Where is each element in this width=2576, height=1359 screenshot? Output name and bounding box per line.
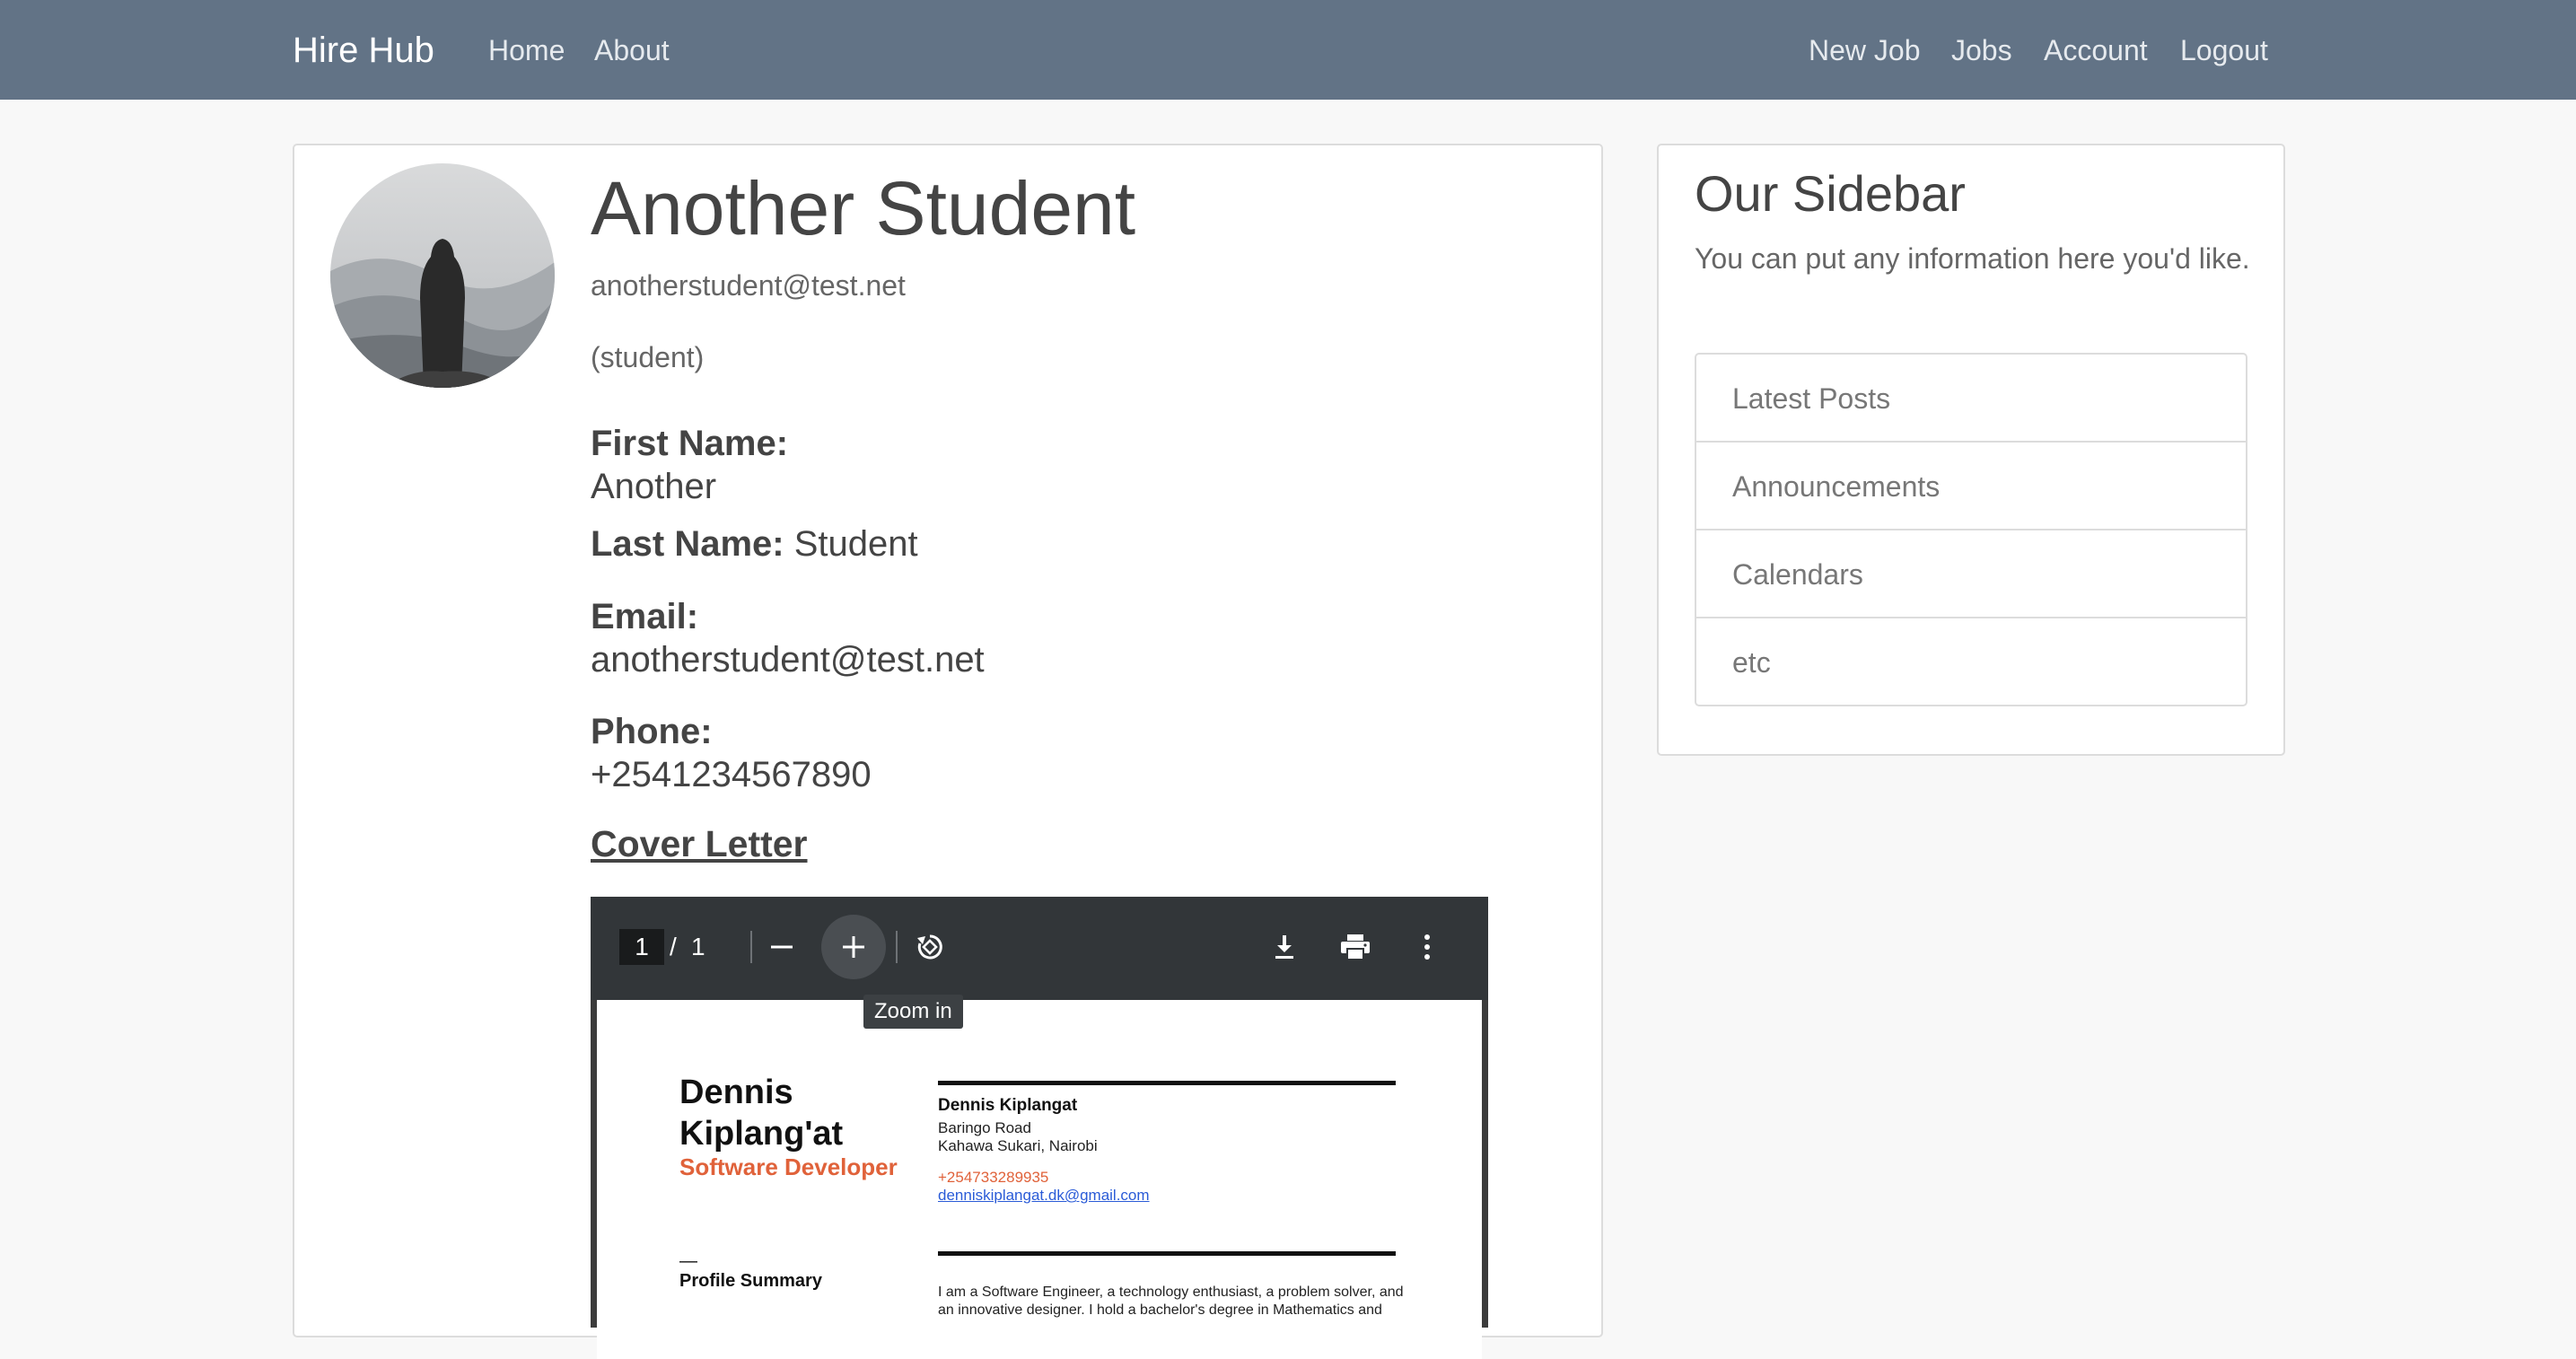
pdf-viewer: 1 / 1 Dennis Kiplang'at Software Develop…: [591, 897, 1488, 1359]
last-name-row: Last Name: Student: [591, 522, 918, 566]
sidebar-item-etc[interactable]: etc: [1696, 618, 2246, 706]
cv-address2: Kahawa Sukari, Nairobi: [938, 1137, 1098, 1154]
first-name-label: First Name:: [591, 424, 789, 463]
page-total: 1: [691, 933, 705, 960]
cv-section-title: Profile Summary: [679, 1271, 822, 1291]
rotate-icon[interactable]: [903, 920, 957, 974]
sidebar-item-latest-posts[interactable]: Latest Posts: [1696, 355, 2246, 443]
cv-divider: [938, 1081, 1396, 1085]
avatar: [330, 163, 555, 388]
cover-letter-link[interactable]: Cover Letter: [591, 820, 808, 867]
sidebar-title: Our Sidebar: [1695, 165, 1966, 222]
sidebar-item-announcements[interactable]: Announcements: [1696, 443, 2246, 530]
more-options-icon[interactable]: [1400, 920, 1454, 974]
nav-link-logout[interactable]: Logout: [2180, 31, 2268, 70]
nav-link-new-job[interactable]: New Job: [1809, 31, 1921, 70]
profile-role: (student): [591, 341, 705, 373]
email-value: anotherstudent@test.net: [591, 640, 985, 680]
sidebar-list: Latest Posts Announcements Calendars etc: [1695, 353, 2247, 706]
download-icon[interactable]: [1257, 920, 1311, 974]
brand-link[interactable]: Hire Hub: [293, 27, 434, 74]
cv-address1: Baringo Road: [938, 1119, 1031, 1136]
cv-email-link[interactable]: denniskiplangat.dk@gmail.com: [938, 1187, 1150, 1205]
nav-link-about[interactable]: About: [594, 31, 670, 70]
toolbar-divider: [750, 931, 752, 963]
email-label: Email:: [591, 597, 699, 636]
cv-summary-line: an innovative designer. I hold a bachelo…: [938, 1302, 1382, 1318]
sidebar-text: You can put any information here you'd l…: [1695, 242, 2250, 275]
pdf-toolbar: 1 / 1: [591, 897, 1488, 1000]
cv-title: Software Developer: [679, 1153, 898, 1180]
nav-link-home[interactable]: Home: [488, 31, 565, 70]
avatar-image: [330, 163, 555, 388]
cv-section-dash: —: [679, 1251, 697, 1271]
sidebar-item-calendars[interactable]: Calendars: [1696, 530, 2246, 618]
navbar: Hire Hub Home About New Job Jobs Account…: [0, 0, 2576, 100]
pdf-page: Dennis Kiplang'at Software Developer Den…: [597, 1000, 1482, 1359]
page-number-input[interactable]: 1: [619, 929, 664, 965]
cv-divider: [938, 1251, 1396, 1256]
zoom-in-tooltip: Zoom in: [863, 995, 963, 1029]
nav-link-account[interactable]: Account: [2044, 31, 2148, 70]
first-name-value: Another: [591, 467, 717, 506]
nav-link-jobs[interactable]: Jobs: [1951, 31, 2012, 70]
cv-summary-line: I am a Software Engineer, a technology e…: [938, 1284, 1404, 1300]
zoom-in-icon[interactable]: [821, 915, 886, 979]
last-name-value: Student: [793, 524, 918, 564]
phone-label: Phone:: [591, 712, 713, 751]
phone-value: +2541234567890: [591, 755, 872, 794]
print-icon[interactable]: [1328, 920, 1382, 974]
cv-name: Dennis Kiplang'at: [679, 1074, 844, 1153]
toolbar-divider: [896, 931, 898, 963]
page-separator: /: [670, 933, 677, 960]
cv-contact-name: Dennis Kiplangat: [938, 1096, 1078, 1115]
profile-name: Another Student: [591, 166, 1136, 250]
last-name-label: Last Name:: [591, 524, 784, 564]
cv-phone: +254733289935: [938, 1169, 1049, 1186]
profile-email: anotherstudent@test.net: [591, 269, 906, 302]
zoom-out-icon[interactable]: [755, 920, 809, 974]
